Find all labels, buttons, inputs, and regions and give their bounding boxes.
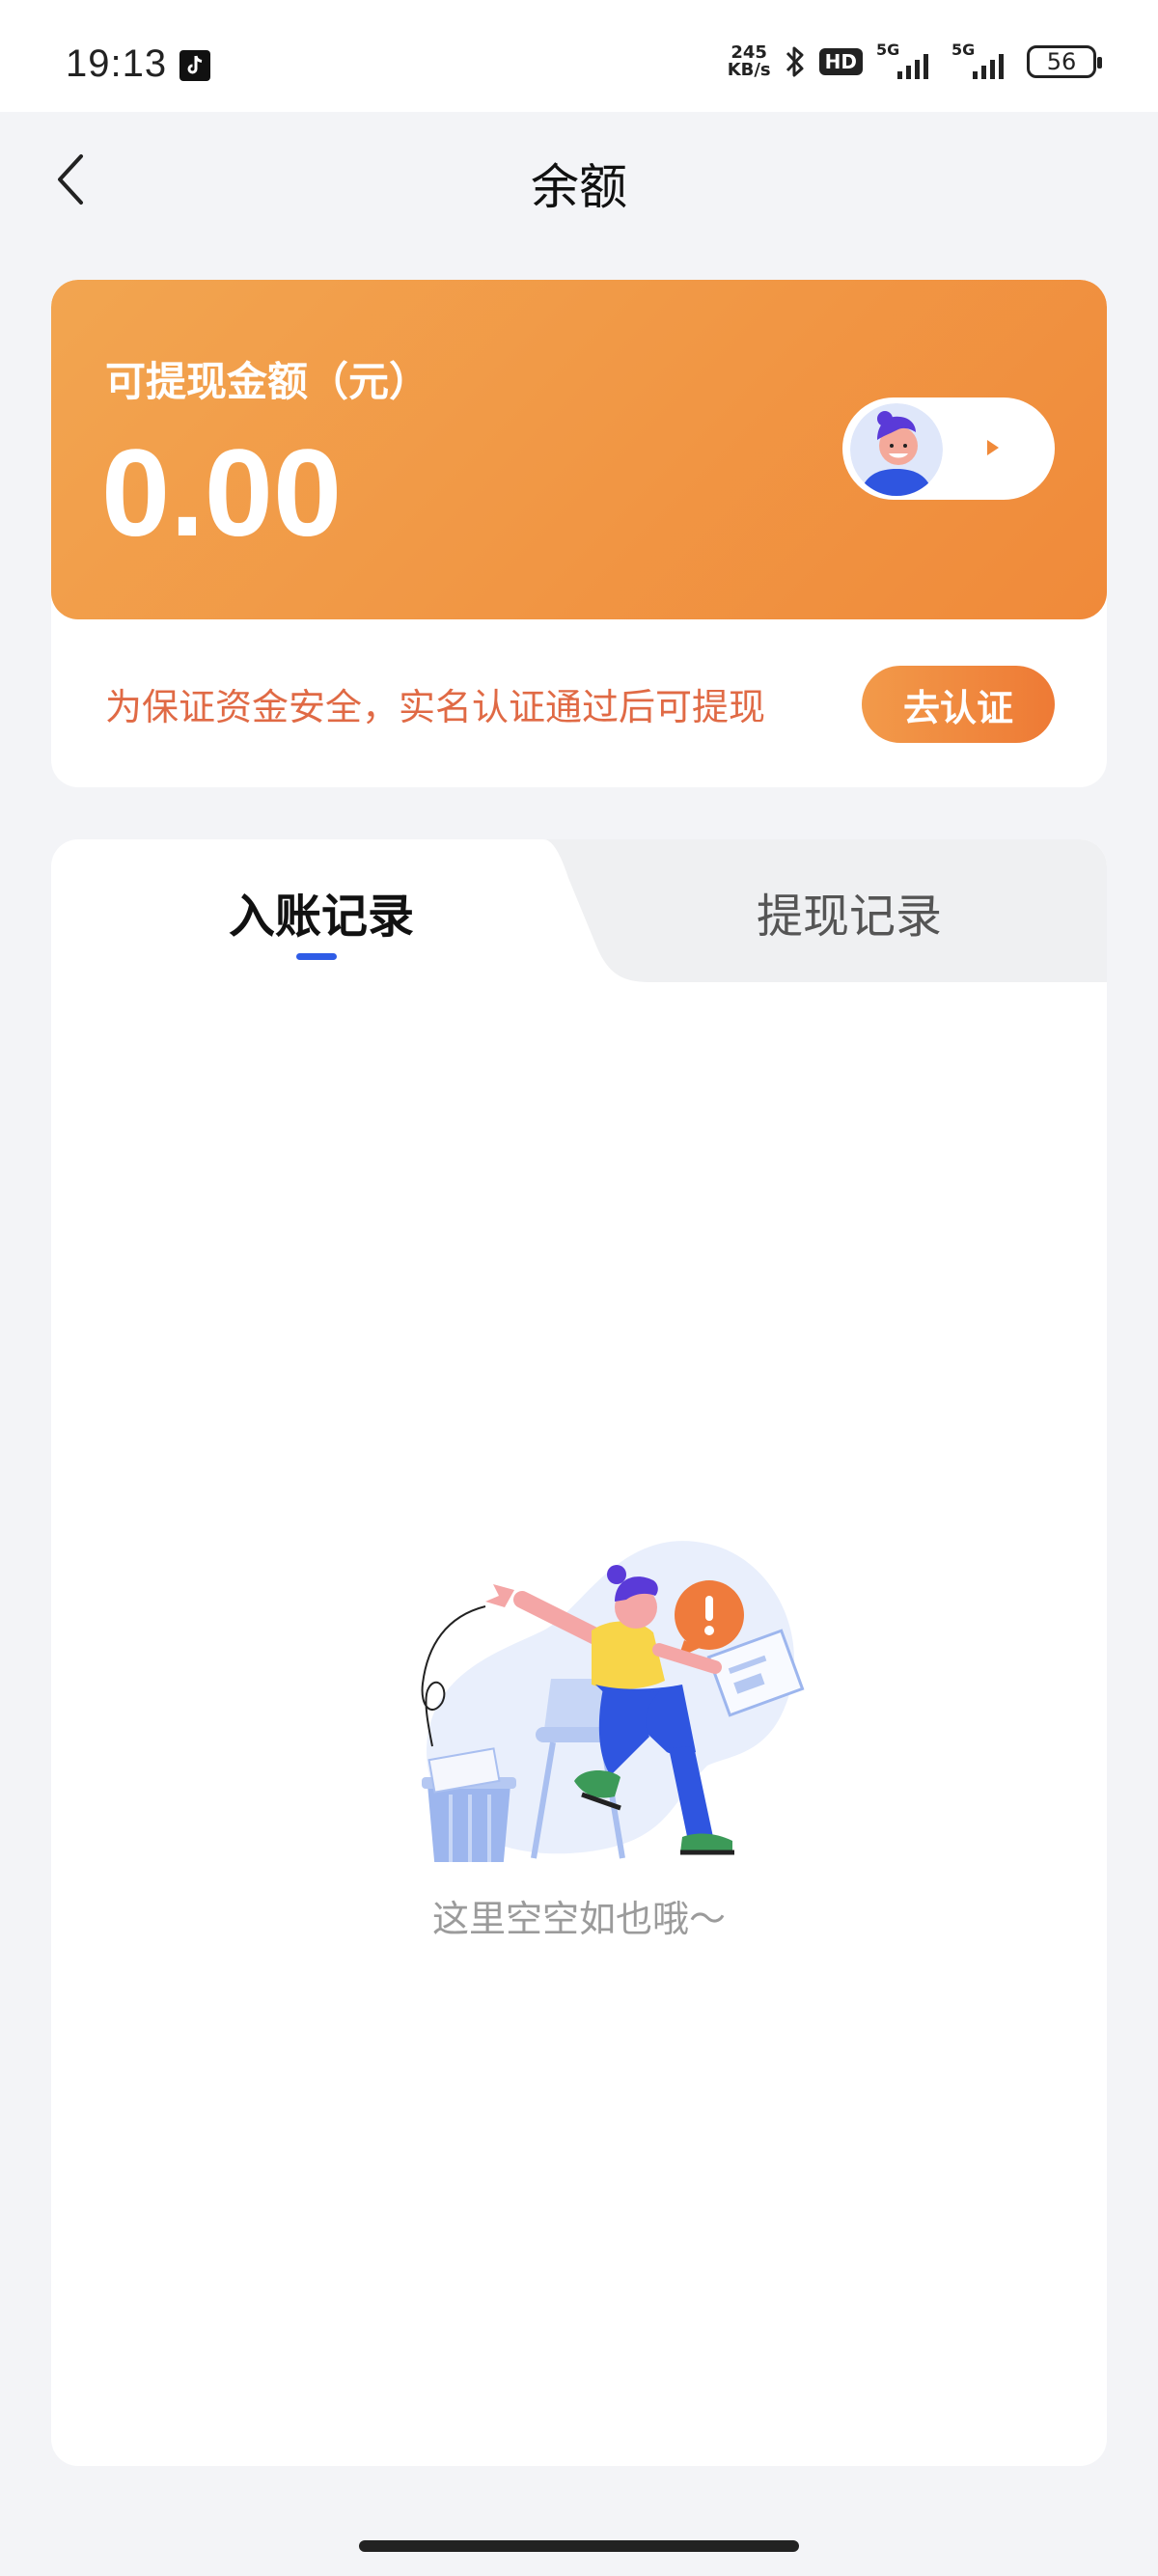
play-arrow-icon	[987, 440, 999, 455]
hd-badge: HD	[818, 48, 863, 75]
tab-income-records[interactable]: 入账记录	[51, 878, 592, 945]
home-indicator[interactable]	[359, 2540, 799, 2552]
verification-notice: 为保证资金安全，实名认证通过后可提现	[105, 686, 766, 728]
empty-state-illustration	[421, 1541, 805, 1862]
status-bar: 19:13 245 KB/s HD 5G 5G 56	[0, 0, 1158, 112]
signal-icon: 5G	[951, 41, 1013, 79]
empty-state-text: 这里空空如也哦～	[431, 1898, 726, 1940]
network-speed: 245 KB/s	[727, 42, 771, 80]
balance-label: 可提现金额（元）	[105, 358, 430, 405]
tab-withdraw-records[interactable]: 提现记录	[592, 878, 1107, 945]
balance-amount: 0.00	[101, 425, 343, 562]
tab-active-indicator	[296, 953, 337, 960]
battery-icon: 56	[1027, 45, 1102, 78]
bluetooth-icon	[786, 46, 804, 77]
avatar	[850, 403, 943, 496]
records-card: 入账记录 提现记录 这里空空如也哦～	[51, 839, 1107, 2466]
signal-icon: 5G	[876, 41, 938, 79]
status-time: 19:13	[66, 42, 168, 85]
nav-bar: 余额	[0, 112, 1158, 247]
page-title: 余额	[531, 159, 627, 215]
customer-service-button[interactable]	[842, 397, 1055, 500]
status-icons: 245 KB/s HD 5G 5G 56	[727, 41, 1102, 81]
balance-header: 可提现金额（元） 0.00	[51, 280, 1107, 619]
balance-card: 可提现金额（元） 0.00 为保证资金安全，实名认证通过后可提现 去认证	[51, 280, 1107, 787]
verify-button[interactable]: 去认证	[862, 666, 1055, 743]
tiktok-icon	[179, 50, 210, 81]
